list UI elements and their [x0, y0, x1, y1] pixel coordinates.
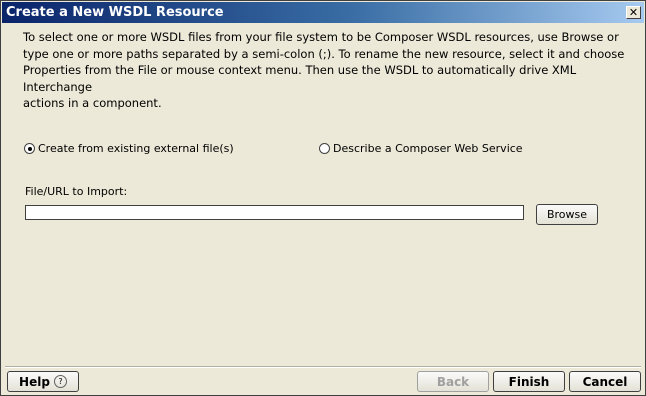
radio-existing-file[interactable] — [24, 143, 35, 154]
cancel-button[interactable]: Cancel — [569, 371, 641, 392]
create-wsdl-resource-dialog: Create a New WSDL Resource ✕ To select o… — [0, 0, 646, 396]
finish-button[interactable]: Finish — [493, 371, 565, 392]
browse-button[interactable]: Browse — [536, 204, 598, 225]
help-button-label: Help — [19, 374, 50, 389]
option-describe-service[interactable]: Describe a Composer Web Service — [319, 142, 523, 155]
option-describe-service-label: Describe a Composer Web Service — [333, 142, 523, 155]
instructions-text: To select one or more WSDL files from yo… — [23, 30, 625, 110]
title-bar[interactable]: Create a New WSDL Resource ✕ — [2, 2, 644, 23]
radio-describe-service[interactable] — [319, 143, 330, 154]
help-button[interactable]: Help ? — [7, 371, 79, 392]
file-url-label: File/URL to Import: — [25, 185, 128, 198]
back-button[interactable]: Back — [417, 371, 489, 392]
footer-divider — [5, 366, 641, 368]
option-existing-file[interactable]: Create from existing external file(s) — [24, 142, 234, 155]
close-icon[interactable]: ✕ — [626, 6, 641, 19]
dialog-title: Create a New WSDL Resource — [6, 5, 224, 20]
option-existing-file-label: Create from existing external file(s) — [38, 142, 234, 155]
file-url-input[interactable] — [25, 205, 524, 220]
help-icon: ? — [53, 375, 67, 388]
